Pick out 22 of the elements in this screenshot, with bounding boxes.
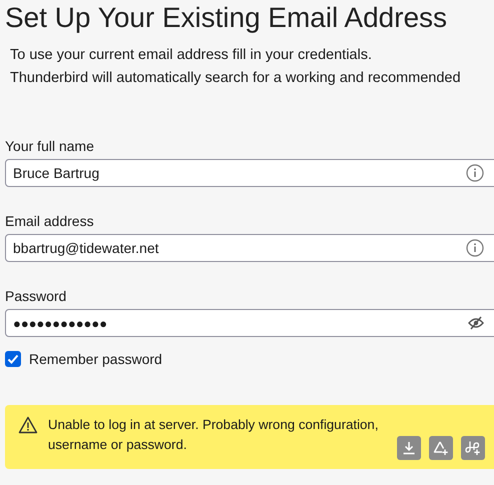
warning-icon xyxy=(18,416,38,434)
field-label: Email address xyxy=(5,212,95,230)
eye-slash-icon[interactable] xyxy=(468,316,484,330)
info-icon[interactable] xyxy=(466,164,484,182)
knot-plus-icon xyxy=(465,440,481,456)
input-field[interactable]: ●●●●●●●●●●●● xyxy=(5,309,494,337)
download-icon xyxy=(402,441,416,455)
input-field[interactable]: Bruce Bartrug xyxy=(5,159,494,187)
warning-message: Unable to log in at server. Probably wrong configuration, username or password. xyxy=(48,416,380,454)
add-button[interactable] xyxy=(461,436,485,460)
field-label: Your full name xyxy=(5,137,95,155)
triangle-plus-icon xyxy=(433,440,449,456)
checkbox[interactable] xyxy=(5,351,21,367)
input-field[interactable]: bbartrug@tidewater.net xyxy=(5,234,494,262)
checkbox-label[interactable]: Remember password xyxy=(29,351,162,367)
add-button[interactable] xyxy=(429,436,453,460)
download-button[interactable] xyxy=(397,436,421,460)
field-label: Password xyxy=(5,287,68,305)
info-icon[interactable] xyxy=(466,239,484,257)
intro-text: Thunderbird will automatically search for a working and recommended xyxy=(10,69,462,88)
page-title: Set Up Your Existing Email Address xyxy=(5,1,448,34)
intro-text: To use your current email address fill in your credentials. xyxy=(10,46,373,65)
